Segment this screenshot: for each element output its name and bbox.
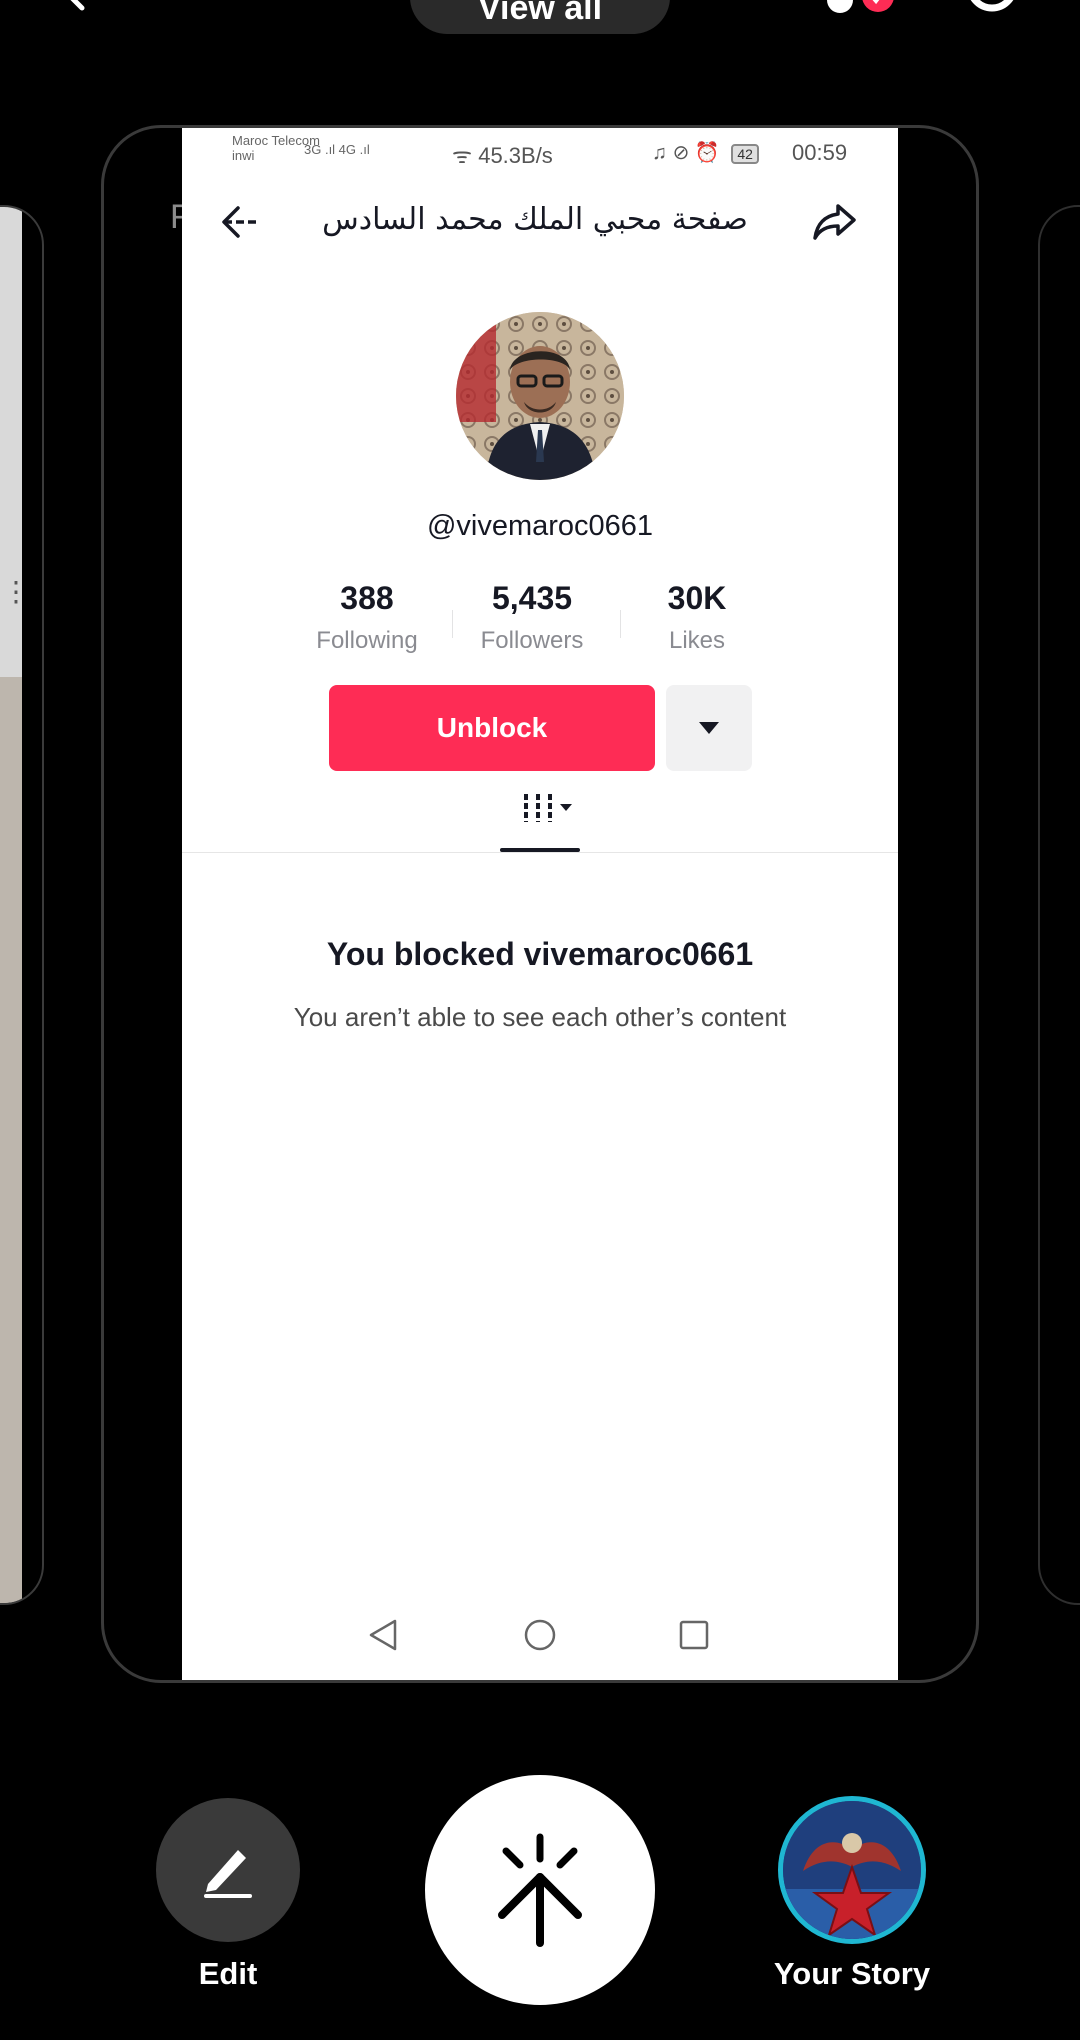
- gear-icon[interactable]: [958, 0, 1026, 22]
- stat-likes[interactable]: 30K Likes: [612, 580, 782, 655]
- profile-stats: 388 Following 5,435 Followers 30K Likes: [282, 580, 782, 660]
- your-story-avatar[interactable]: [778, 1796, 926, 1944]
- your-story-label: Your Story: [773, 1956, 931, 1991]
- edit-label: Edit: [198, 1956, 258, 1991]
- nav-recent-icon[interactable]: [677, 1618, 711, 1652]
- chevron-left-icon[interactable]: [60, 0, 90, 12]
- caret-down-icon: [699, 722, 719, 734]
- page-title: صفحة محبي الملك محمد السادس: [322, 202, 748, 237]
- status-icons: ♫ ⊘ ⏰ 42: [652, 140, 759, 165]
- view-all-button[interactable]: View all: [410, 0, 670, 34]
- unblock-button[interactable]: Unblock: [329, 685, 655, 771]
- top-bar: View all: [0, 0, 1080, 60]
- next-story-card[interactable]: [1038, 205, 1080, 1605]
- pencil-icon: [204, 1850, 252, 1898]
- profile-avatar[interactable]: [456, 312, 624, 480]
- share-sparkle-icon: [498, 1833, 582, 1947]
- nav-home-icon[interactable]: [522, 1618, 558, 1652]
- clock: 00:59: [792, 140, 848, 165]
- network-speed: ᯤ 45.3B/s: [452, 143, 553, 168]
- stat-following[interactable]: 388 Following: [282, 580, 452, 655]
- blocked-title: You blocked vivemaroc0661: [326, 936, 754, 972]
- more-dots-icon: ⋮: [2, 576, 30, 607]
- grid-filter-icon[interactable]: [518, 790, 578, 826]
- edit-button[interactable]: [156, 1798, 300, 1942]
- profile-header: صفحة محبي الملك محمد السادس: [182, 190, 898, 256]
- system-navigation-bar: [182, 1618, 898, 1668]
- arrow-left-icon[interactable]: [218, 198, 266, 246]
- signal-indicator: 3G .ıl 4G .ıl: [304, 142, 370, 157]
- more-options-button[interactable]: [666, 685, 752, 771]
- camera-off-icon: ⊘: [672, 142, 690, 164]
- music-note-icon[interactable]: [826, 0, 896, 26]
- share-button[interactable]: [425, 1775, 655, 2005]
- battery-indicator: 42: [731, 143, 759, 164]
- screenshot-content: Maroc Telecom inwi 3G .ıl 4G .ıl ᯤ 45.3B…: [182, 128, 898, 1680]
- profile-username: @vivemaroc0661: [426, 510, 654, 542]
- headphones-icon: ♫: [652, 142, 667, 164]
- blocked-subtitle: You aren’t able to see each other’s cont…: [293, 1002, 787, 1032]
- nav-back-icon[interactable]: [367, 1618, 399, 1652]
- alarm-icon: ⏰: [694, 142, 720, 164]
- share-arrow-icon[interactable]: [810, 196, 860, 246]
- previous-story-card[interactable]: ⋮: [0, 205, 44, 1605]
- status-bar: Maroc Telecom inwi 3G .ıl 4G .ıl ᯤ 45.3B…: [182, 128, 898, 178]
- tab-divider: [182, 852, 898, 853]
- stat-followers[interactable]: 5,435 Followers: [447, 580, 617, 655]
- view-all-label: View all: [477, 0, 603, 27]
